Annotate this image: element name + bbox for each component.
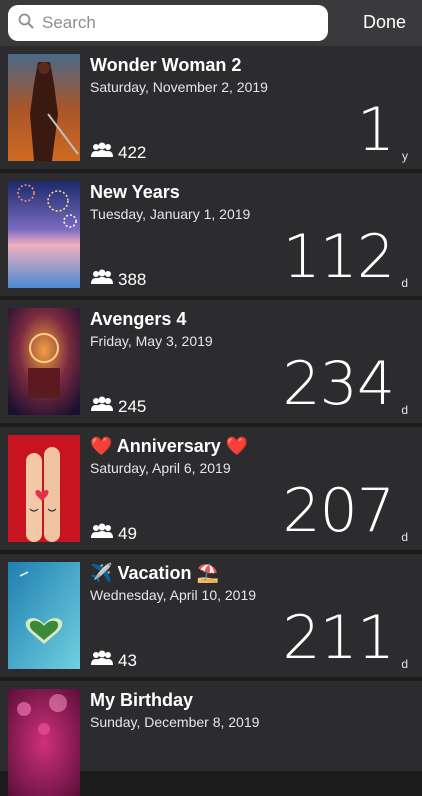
heart-icon: ❤️: [90, 436, 113, 456]
guests-info: 43: [90, 650, 137, 671]
guests-info: 49: [90, 523, 137, 544]
countdown-value: 1: [356, 95, 395, 165]
event-title-text: Anniversary: [116, 436, 221, 456]
event-thumbnail: [8, 689, 80, 796]
countdown-unit: d: [401, 403, 408, 417]
guests-info: 388: [90, 269, 146, 290]
guest-count: 388: [118, 269, 147, 289]
event-row-new-years[interactable]: New Years Tuesday, January 1, 2019 388 1…: [0, 173, 422, 300]
countdown-unit: d: [401, 530, 408, 544]
event-date: Saturday, November 2, 2019: [90, 79, 268, 95]
guests-info: 422: [90, 142, 146, 163]
event-title: Wonder Woman 2: [90, 55, 242, 75]
event-row-wonder-woman[interactable]: Wonder Woman 2 Saturday, November 2, 201…: [0, 46, 422, 173]
event-date: Wednesday, April 10, 2019: [90, 587, 257, 603]
event-row-my-birthday[interactable]: My Birthday Sunday, December 8, 2019: [0, 681, 422, 796]
people-icon: [90, 142, 114, 163]
event-date: Saturday, April 6, 2019: [90, 460, 231, 476]
event-date: Sunday, December 8, 2019: [90, 714, 260, 730]
search-placeholder: Search: [42, 13, 96, 32]
people-icon: [90, 523, 114, 544]
event-title: Avengers 4: [90, 309, 187, 329]
guest-count: 49: [118, 523, 137, 543]
guest-count: 43: [118, 650, 137, 670]
event-thumbnail: [8, 181, 80, 288]
event-list: Wonder Woman 2 Saturday, November 2, 201…: [0, 46, 422, 796]
done-button[interactable]: Done: [363, 12, 406, 33]
airplane-icon: ✈️: [90, 563, 113, 583]
event-title: ❤️ Anniversary ❤️: [90, 436, 248, 457]
countdown-value: 234: [282, 349, 395, 419]
event-title: My Birthday: [90, 690, 194, 710]
people-icon: [90, 396, 114, 417]
top-bar: Search Done: [0, 0, 422, 46]
countdown-unit: d: [401, 657, 408, 671]
countdown-unit: y: [402, 149, 408, 163]
search-input[interactable]: Search: [8, 5, 328, 41]
event-thumbnail: [8, 54, 80, 161]
countdown-value: 112: [282, 222, 395, 292]
event-title: New Years: [90, 182, 180, 202]
people-icon: [90, 650, 114, 671]
guest-count: 422: [118, 142, 147, 162]
countdown-unit: d: [401, 276, 408, 290]
event-date: Tuesday, January 1, 2019: [90, 206, 251, 222]
event-row-vacation[interactable]: ✈️ Vacation ⛱️ Wednesday, April 10, 2019…: [0, 554, 422, 681]
umbrella-icon: ⛱️: [196, 563, 219, 583]
event-row-anniversary[interactable]: ❤️ Anniversary ❤️ Saturday, April 6, 201…: [0, 427, 422, 554]
countdown-value: 211: [282, 603, 395, 673]
event-thumbnail: [8, 435, 80, 542]
event-title: ✈️ Vacation ⛱️: [90, 563, 219, 584]
event-date: Friday, May 3, 2019: [90, 333, 213, 349]
event-thumbnail: [8, 562, 80, 669]
guest-count: 245: [118, 396, 147, 416]
search-icon: [18, 13, 34, 34]
heart-icon: ❤️: [225, 436, 249, 456]
event-title-text: Vacation: [117, 563, 192, 583]
guests-info: 245: [90, 396, 146, 417]
people-icon: [90, 269, 114, 290]
countdown-value: 207: [282, 476, 395, 546]
event-thumbnail: [8, 308, 80, 415]
event-row-avengers[interactable]: Avengers 4 Friday, May 3, 2019 245 234 d: [0, 300, 422, 427]
